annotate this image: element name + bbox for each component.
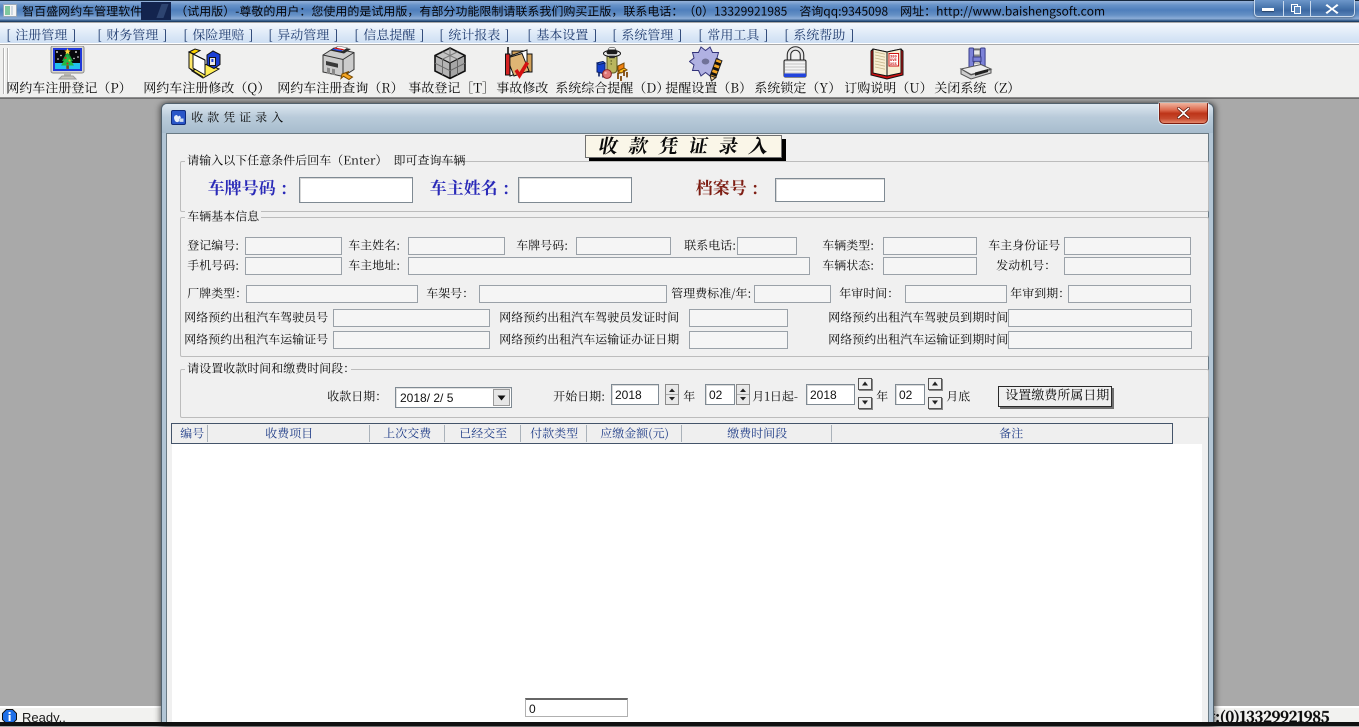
svg-text:X55: X55: [890, 63, 898, 67]
